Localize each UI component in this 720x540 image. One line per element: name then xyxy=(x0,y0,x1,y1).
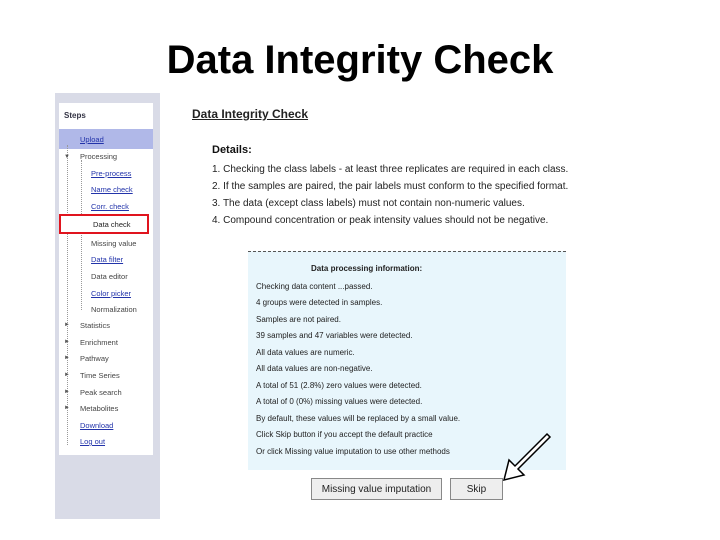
sidebar-active-bar xyxy=(59,129,153,149)
sidebar-item-data-filter[interactable]: Data filter xyxy=(91,255,123,264)
sidebar-item-pathway[interactable]: Pathway xyxy=(80,354,109,363)
sidebar-item-upload[interactable]: Upload xyxy=(80,135,104,144)
detail-line: 4. Compound concentration or peak intens… xyxy=(212,215,549,226)
detail-line: 2. If the samples are paired, the pair l… xyxy=(212,181,569,192)
slide-title: Data Integrity Check xyxy=(166,38,554,82)
detail-line: 1. Checking the class labels - at least … xyxy=(212,164,569,175)
tree-line xyxy=(81,160,82,310)
chevron-right-icon[interactable]: ► xyxy=(64,355,70,361)
sidebar-item-pre-process[interactable]: Pre-process xyxy=(91,169,131,178)
info-line: A total of 51 (2.8%) zero values were de… xyxy=(256,381,422,390)
detail-line: 3. The data (except class labels) must n… xyxy=(212,198,525,209)
sidebar-item-normalization[interactable]: Normalization xyxy=(91,305,137,314)
chevron-right-icon[interactable]: ► xyxy=(64,405,70,411)
details-heading: Details: xyxy=(212,144,252,156)
sidebar-item-statistics[interactable]: Statistics xyxy=(80,321,110,330)
chevron-right-icon[interactable]: ► xyxy=(64,339,70,345)
tree-line xyxy=(67,145,68,445)
missing-value-imputation-button[interactable]: Missing value imputation xyxy=(311,478,442,500)
info-line: All data values are non-negative. xyxy=(256,364,373,373)
chevron-right-icon[interactable]: ► xyxy=(64,389,70,395)
sidebar-item-processing[interactable]: Processing xyxy=(80,152,117,161)
info-title: Data processing information: xyxy=(311,264,423,273)
chevron-right-icon[interactable]: ► xyxy=(64,322,70,328)
sidebar-item-peak-search[interactable]: Peak search xyxy=(80,388,122,397)
chevron-down-icon[interactable]: ▼ xyxy=(64,154,70,160)
sidebar-item-corr-check[interactable]: Corr. check xyxy=(91,202,129,211)
callout-arrow-icon xyxy=(502,432,552,482)
skip-button[interactable]: Skip xyxy=(450,478,503,500)
sidebar-item-data-check[interactable]: Data check xyxy=(93,220,131,229)
sidebar-item-enrichment[interactable]: Enrichment xyxy=(80,338,118,347)
info-line: 39 samples and 47 variables were detecte… xyxy=(256,331,413,340)
info-line: Or click Missing value imputation to use… xyxy=(256,447,450,456)
info-line: Click Skip button if you accept the defa… xyxy=(256,430,433,439)
page-title: Data Integrity Check xyxy=(192,107,309,121)
sidebar-item-data-editor[interactable]: Data editor xyxy=(91,272,128,281)
info-line: By default, these values will be replace… xyxy=(256,414,461,423)
info-line: A total of 0 (0%) missing values were de… xyxy=(256,397,423,406)
info-line: Samples are not paired. xyxy=(256,315,341,324)
sidebar-item-log-out[interactable]: Log out xyxy=(80,437,105,446)
sidebar-title: Steps xyxy=(64,111,86,120)
sidebar-item-missing-value[interactable]: Missing value xyxy=(91,239,136,248)
info-line: Checking data content ...passed. xyxy=(256,282,373,291)
chevron-right-icon[interactable]: ► xyxy=(64,372,70,378)
info-line: 4 groups were detected in samples. xyxy=(256,298,383,307)
sidebar-item-color-picker[interactable]: Color picker xyxy=(91,289,131,298)
sidebar-item-metabolites[interactable]: Metabolites xyxy=(80,404,118,413)
sidebar-item-time-series[interactable]: Time Series xyxy=(80,371,120,380)
sidebar-item-name-check[interactable]: Name check xyxy=(91,185,133,194)
info-line: All data values are numeric. xyxy=(256,348,355,357)
sidebar-item-download[interactable]: Download xyxy=(80,421,113,430)
